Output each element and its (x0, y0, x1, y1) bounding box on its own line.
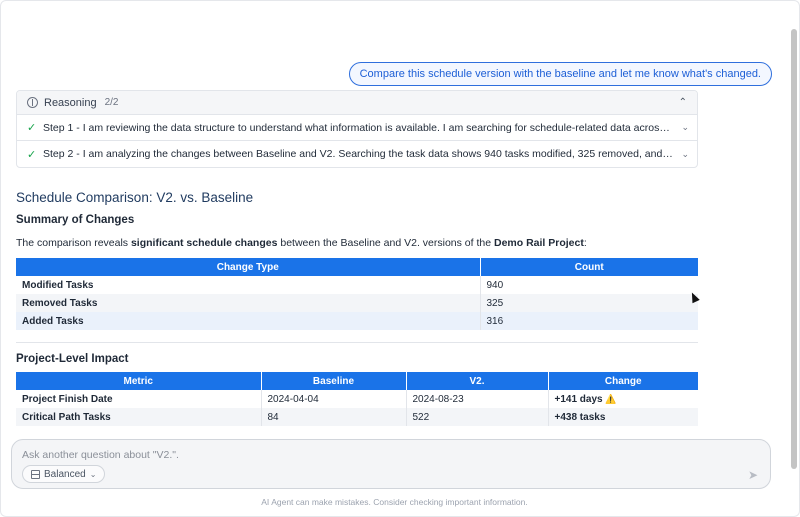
change-cell: +141 days ⚠️ (548, 390, 698, 408)
baseline-cell: 2024-04-04 (261, 390, 407, 408)
message-composer: Balanced ⌄ ➤ (11, 439, 771, 489)
column-header: Change (548, 372, 698, 390)
reasoning-count: 2/2 (104, 97, 119, 108)
changes-table: Change Type Count Modified Tasks 940 Rem… (16, 258, 698, 330)
table-row: Project Finish Date 2024-04-04 2024-08-2… (16, 390, 698, 408)
warning-icon: ⚠️ (605, 393, 617, 404)
baseline-cell: 84 (261, 408, 407, 426)
chevron-down-icon[interactable]: ⌄ (681, 122, 689, 133)
table-row: Modified Tasks 940 (16, 276, 698, 294)
checkmark-icon: ✓ (27, 148, 37, 161)
table-header-row: Change Type Count (16, 258, 698, 276)
column-header: V2. (406, 372, 549, 390)
summary-paragraph: The comparison reveals significant sched… (16, 237, 587, 249)
column-header: Baseline (261, 372, 407, 390)
intro-bold-2: Demo Rail Project (494, 237, 584, 249)
column-header: Metric (16, 372, 262, 390)
mode-label: Balanced (44, 468, 86, 480)
table-row: Removed Tasks 325 (16, 294, 698, 312)
v2-cell: 2024-08-23 (406, 390, 549, 408)
column-header: Change Type (16, 258, 481, 276)
section-divider (16, 342, 698, 343)
chevron-down-icon[interactable]: ⌄ (681, 149, 689, 160)
report-title: Schedule Comparison: V2. vs. Baseline (16, 190, 254, 205)
change-type-cell: Added Tasks (16, 312, 481, 330)
intro-suffix: : (583, 237, 587, 249)
mode-selector-button[interactable]: Balanced ⌄ (22, 465, 106, 483)
intro-middle: between the Baseline and V2. versions of… (277, 237, 494, 249)
impact-table: Metric Baseline V2. Change Project Finis… (16, 372, 698, 426)
summary-heading: Summary of Changes (16, 214, 135, 226)
reasoning-step-text: Step 1 - I am reviewing the data structu… (43, 121, 673, 134)
metric-cell: Critical Path Tasks (16, 408, 262, 426)
count-cell: 940 (486, 279, 504, 291)
send-icon[interactable]: ➤ (748, 468, 758, 482)
reasoning-step[interactable]: ✓ Step 1 - I am reviewing the data struc… (17, 115, 697, 141)
reasoning-title: Reasoning (44, 96, 97, 109)
change-type-cell: Modified Tasks (16, 276, 481, 294)
table-row: Critical Path Tasks 84 522 +438 tasks (16, 408, 698, 426)
chevron-up-icon[interactable]: ⌃ (679, 97, 687, 108)
change-value: +141 days (554, 393, 603, 405)
v2-cell: 522 (406, 408, 549, 426)
column-header: Count (480, 258, 698, 276)
user-message-bubble: Compare this schedule version with the b… (348, 62, 772, 86)
checkmark-icon: ✓ (27, 122, 37, 134)
reasoning-panel: Reasoning 2/2 ⌃ ✓ Step 1 - I am reviewin… (16, 90, 698, 168)
metric-cell: Project Finish Date (16, 390, 262, 408)
table-header-row: Metric Baseline V2. Change (16, 372, 698, 390)
reasoning-step[interactable]: ✓ Step 2 - I am analyzing the changes be… (17, 141, 697, 167)
reasoning-header[interactable]: Reasoning 2/2 ⌃ (17, 91, 697, 115)
user-message-text: Compare this schedule version with the b… (359, 68, 761, 80)
intro-bold-1: significant schedule changes (130, 237, 278, 249)
reasoning-step-text: Step 2 - I am analyzing the changes betw… (43, 148, 673, 160)
intro-prefix: The comparison reveals (16, 237, 131, 249)
count-cell: 316 (480, 312, 698, 330)
change-type-cell: Removed Tasks (16, 294, 481, 312)
question-input[interactable] (22, 447, 722, 463)
chat-window: Compare this schedule version with the b… (0, 0, 800, 517)
count-cell: 325 (480, 294, 698, 312)
mode-icon (31, 469, 40, 479)
chevron-down-icon: ⌄ (89, 469, 97, 479)
scrollbar-thumb[interactable] (791, 29, 797, 469)
disclaimer-text: AI Agent can make mistakes. Consider che… (261, 497, 528, 507)
scrollbar[interactable] (791, 29, 797, 469)
table-row: Added Tasks 316 (16, 312, 698, 330)
change-cell: +438 tasks (548, 408, 698, 426)
impact-heading: Project-Level Impact (16, 353, 129, 365)
brain-icon (27, 97, 38, 108)
